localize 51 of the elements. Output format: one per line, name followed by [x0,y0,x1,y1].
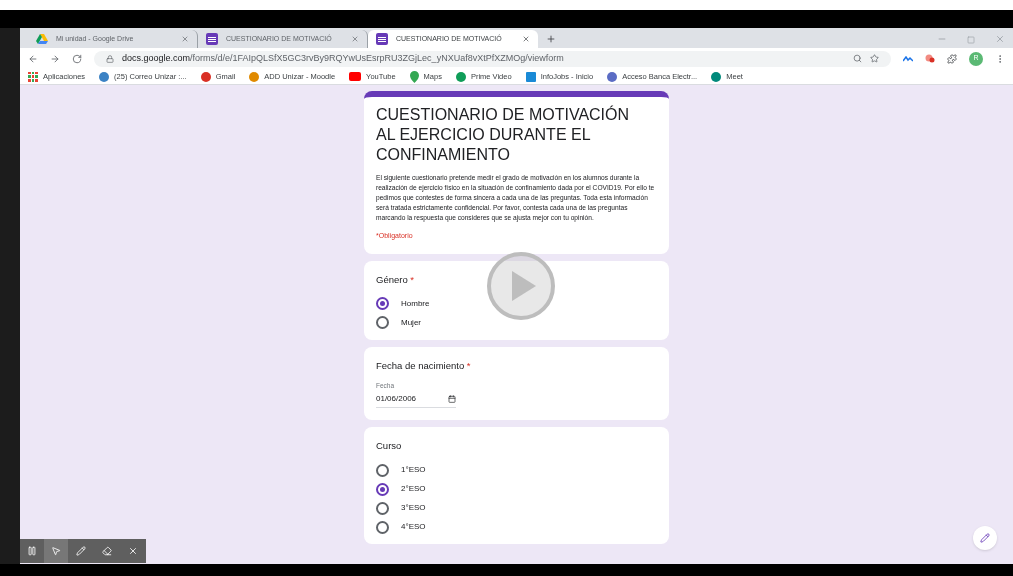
radio-button[interactable] [376,520,389,534]
radio-option[interactable]: 3°ESO [376,499,657,517]
radio-option[interactable]: Mujer [376,313,657,332]
lock-icon [106,54,114,63]
forward-icon[interactable] [50,53,60,64]
site-logo-icon [200,71,211,82]
form-icon [206,33,218,45]
pointer-icon[interactable] [51,546,61,556]
map-pin-icon [409,70,419,83]
drive-icon [36,33,48,45]
radio-button[interactable] [376,316,389,330]
new-tab-icon[interactable] [546,34,556,44]
pencil-icon [980,533,990,543]
radio-button[interactable] [376,297,389,311]
square-logo-icon [525,71,536,82]
site-logo-icon [99,71,110,82]
close-icon[interactable] [181,35,189,43]
back-icon[interactable] [28,53,38,64]
form-icon [376,33,388,45]
zoom-icon[interactable] [853,54,862,63]
radio-option[interactable]: Hombre [376,294,657,313]
pause-icon[interactable] [27,546,37,556]
extension-icon[interactable] [925,54,935,63]
radio-option[interactable]: 4°ESO [376,518,657,536]
bookmark-star-icon[interactable] [870,54,879,63]
question-label: Fecha de nacimiento * [376,358,472,373]
site-logo-icon [455,71,466,82]
radio-button[interactable] [376,463,389,477]
radio-button[interactable] [376,501,389,515]
site-logo-icon [249,71,260,82]
question-label: Curso [376,438,403,453]
site-logo-icon [711,71,722,82]
radio-option[interactable]: 2°ESO [376,480,657,498]
edit-button[interactable] [973,526,997,550]
eraser-icon[interactable] [102,546,112,556]
form-title: CUESTIONARIO DE MOTIVACIÓN AL EJERCICIO DURANTE EL CONFINAMIENTO [376,105,631,165]
apps-grid-icon [28,71,38,82]
radio-option[interactable]: 1°ESO [376,461,657,479]
reload-icon[interactable] [72,53,82,64]
extension-icon[interactable] [903,55,913,62]
calendar-icon[interactable] [448,394,456,403]
close-icon[interactable] [351,35,359,43]
extensions-icon[interactable] [947,53,957,64]
radio-button[interactable] [376,482,389,496]
question-label: Género * [376,272,416,287]
close-icon[interactable] [128,546,138,556]
close-icon[interactable] [522,35,530,43]
pen-icon[interactable] [76,546,86,556]
site-logo-icon [607,71,618,82]
play-icon[interactable] [486,251,556,321]
address-bar[interactable]: docs.google.com/forms/d/e/1FAIpQLSfX5GC3rvBy9RQYwUsEsrpRU3ZGjLec_yNXUaf8vXtPfXZMOg/viewform [94,50,891,67]
